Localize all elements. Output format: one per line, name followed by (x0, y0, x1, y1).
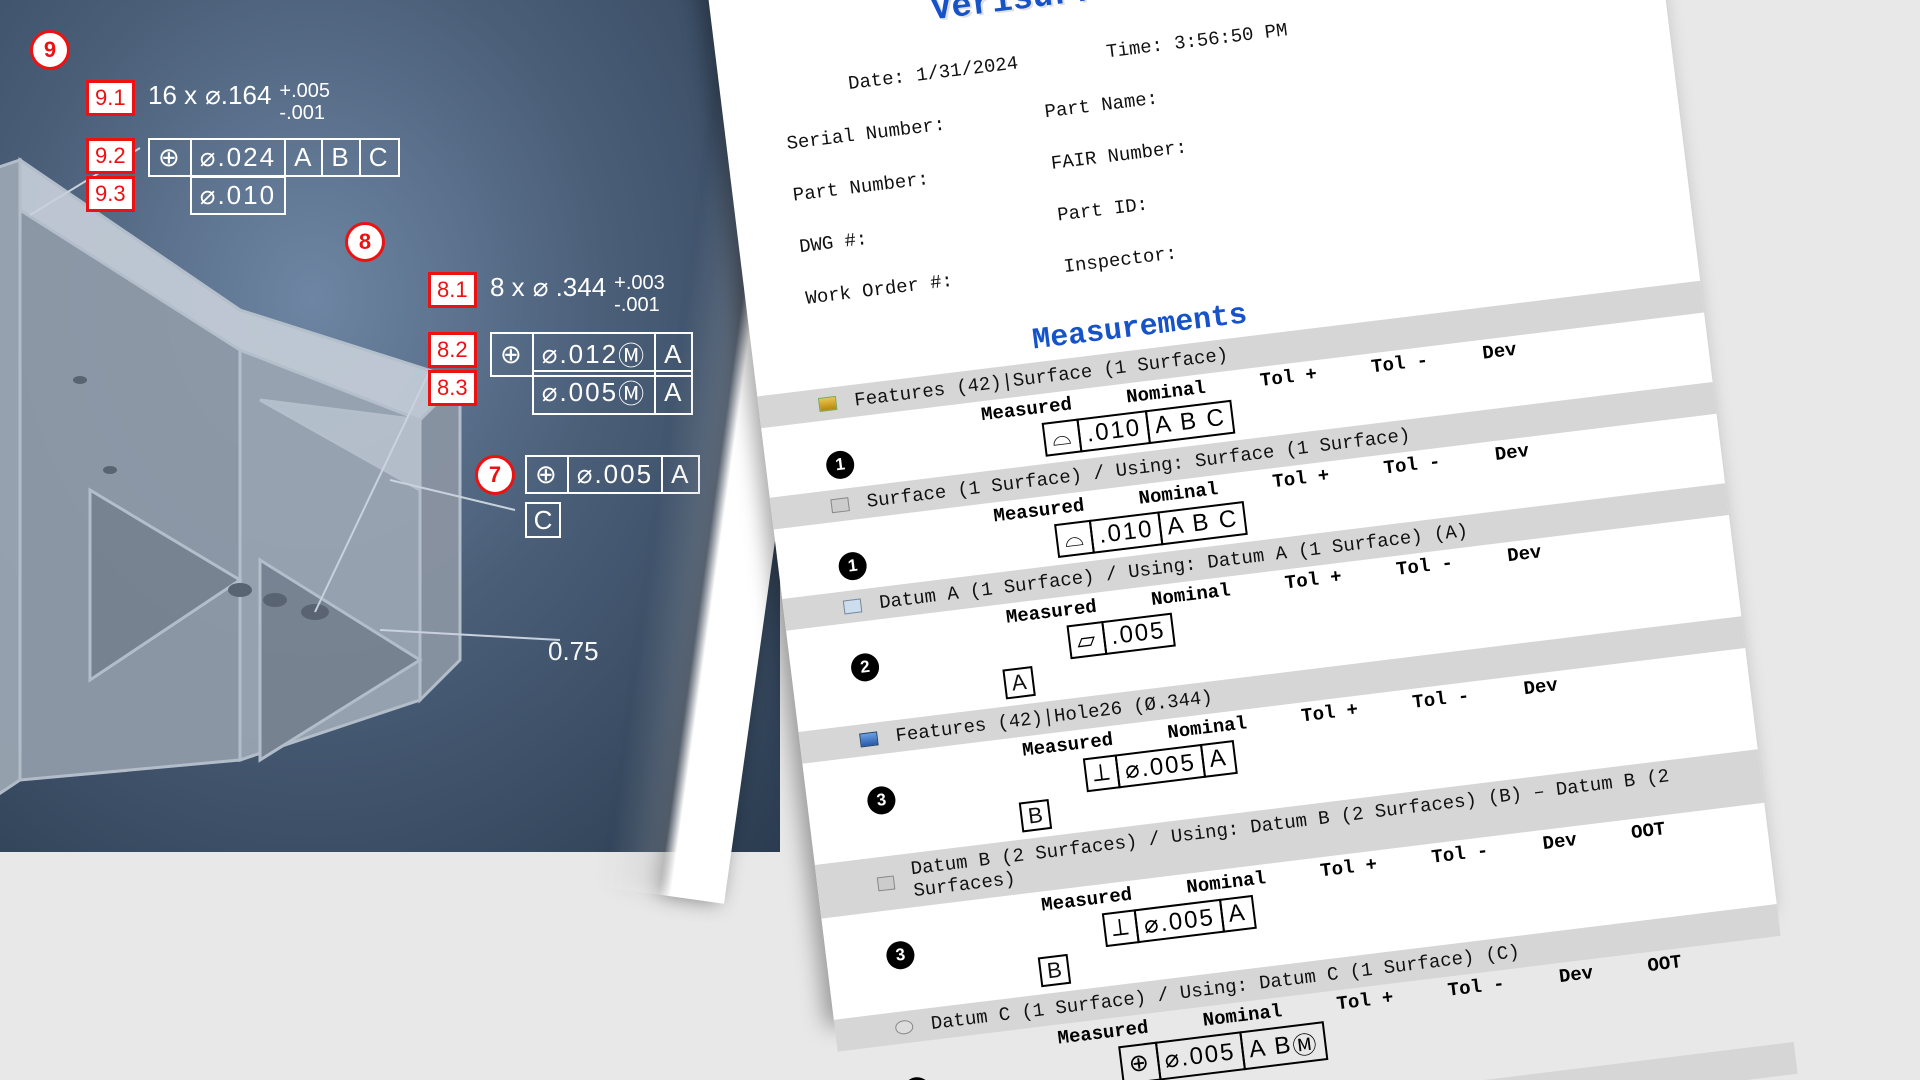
position-icon (894, 1019, 914, 1035)
holenote-9: 16 x⌀.164 +.005-.001 (148, 80, 330, 124)
feature-icon (818, 396, 838, 412)
balloon-ref-3: 3 (885, 940, 916, 971)
balloon-ref-1: 1 (825, 449, 856, 480)
redbox-8.3[interactable]: 8.3 (428, 370, 477, 406)
redbox-8.1[interactable]: 8.1 (428, 272, 477, 308)
datum-icon (843, 598, 863, 614)
true-position-icon: ⊕ (148, 138, 192, 177)
fcf-9b[interactable]: ⊕ ⌀.010 (148, 176, 286, 215)
dim-0.75: 0.75 (548, 636, 599, 666)
redbox-9.3[interactable]: 9.3 (86, 176, 135, 212)
balloon-7[interactable]: 7 (475, 455, 515, 495)
redbox-9.2[interactable]: 9.2 (86, 138, 135, 174)
holenote-8: 8 x⌀ .344 +.003-.001 (490, 272, 665, 316)
balloon-9[interactable]: 9 (30, 30, 70, 70)
balloon-ref-4: 4 (901, 1075, 932, 1080)
inspection-report[interactable]: Verisurf Inspection Report Date: 1/31/20… (700, 0, 1777, 1022)
datum-c-flag[interactable]: C (525, 502, 561, 538)
datum-b-flag: B (1038, 954, 1071, 987)
balloon-8[interactable]: 8 (345, 222, 385, 262)
fcf-row: ▱ .005 (1067, 613, 1176, 660)
feature-icon (859, 731, 879, 747)
datum-icon (877, 875, 895, 891)
datum-a-flag: A (1002, 666, 1035, 699)
redbox-9.1[interactable]: 9.1 (86, 80, 135, 116)
surface-icon (830, 497, 850, 513)
balloon-ref-2: 2 (849, 652, 880, 683)
fcf-9a[interactable]: ⊕ ⌀.024 A B C (148, 138, 400, 177)
balloon-ref-3: 3 (866, 785, 897, 816)
balloon-ref-1: 1 (837, 551, 868, 582)
true-position-icon: ⊕ (525, 455, 569, 494)
fcf-8b[interactable]: ⊕ ⌀.005Ⓜ A (490, 370, 693, 415)
datum-b-flag: B (1019, 799, 1052, 832)
redbox-8.2[interactable]: 8.2 (428, 332, 477, 368)
